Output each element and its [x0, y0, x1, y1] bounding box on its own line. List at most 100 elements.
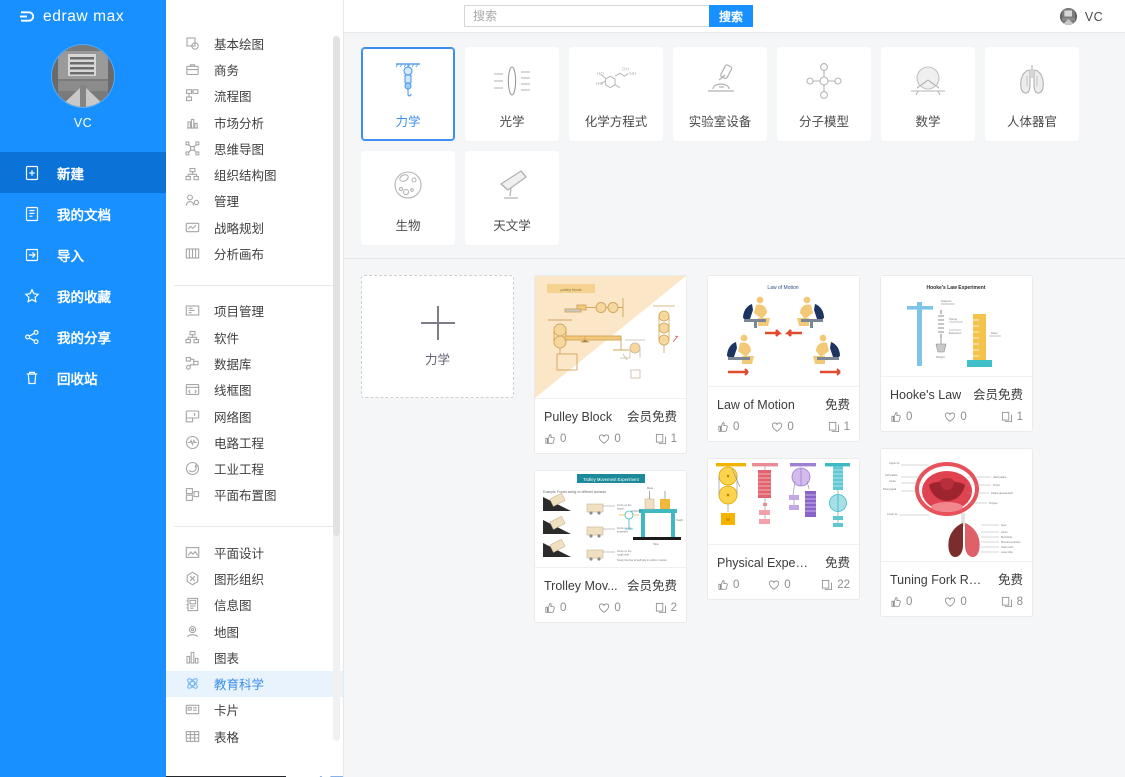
basic-shapes-icon [185, 36, 200, 51]
like-stat[interactable]: 0 [544, 433, 598, 445]
favorite-stat[interactable]: 0 [944, 411, 1000, 423]
sidebar-item-documents[interactable]: 我的文档 [0, 193, 166, 234]
category-item-basic-shapes[interactable]: 基本绘图 [166, 30, 343, 56]
sidebar-item-favorites[interactable]: 我的收藏 [0, 275, 166, 316]
category-item-market-analysis[interactable]: 市场分析 [166, 109, 343, 135]
category-item-label: 思维导图 [214, 142, 265, 157]
like-stat[interactable]: 0 [544, 602, 598, 614]
copy-stat[interactable]: 1 [1001, 411, 1023, 423]
category-bottom-partial-item[interactable] [166, 767, 343, 777]
category-item-business[interactable]: 商务 [166, 56, 343, 82]
category-item-org-chart[interactable]: 组织结构图 [166, 161, 343, 187]
favorite-stat[interactable]: 0 [771, 421, 827, 433]
category-item-label: 表格 [214, 730, 240, 745]
template-card[interactable]: Physical Experi... 免费 0 0 22 [707, 458, 860, 600]
sidebar-item-import[interactable]: 导入 [0, 234, 166, 275]
like-stat[interactable]: 0 [890, 596, 944, 608]
subcategory-tiles: 力学 光学 HO HO OH NH 化学方程式 实验室设备 分子模型 数学 人体… [344, 33, 1125, 259]
category-item-label: 工业工程 [214, 463, 265, 478]
svg-text:Upper lip: Upper lip [889, 461, 900, 465]
like-stat[interactable]: 0 [717, 579, 768, 591]
template-title: Law of Motion [717, 398, 795, 412]
template-card[interactable]: Trolley Movement Experiment Example: For… [534, 470, 687, 623]
subcategory-tile-biology[interactable]: 生物 [361, 151, 455, 245]
category-item-software[interactable]: 软件 [166, 324, 343, 350]
favorite-stat[interactable]: 0 [598, 433, 654, 445]
card-icon [185, 702, 200, 717]
subcategory-tile-organs[interactable]: 人体器官 [985, 47, 1079, 141]
category-item-graphic-organizer[interactable]: 图形组织 [166, 565, 343, 591]
template-card[interactable]: Law of Motion Law of Motion 免费 0 0 1 [707, 275, 860, 442]
template-card[interactable]: Hooke's Law Experiment Support Spring Ex… [880, 275, 1033, 432]
subcategory-tile-lab-equipment[interactable]: 实验室设备 [673, 47, 767, 141]
subcategory-tile-math[interactable]: 数学 [881, 47, 975, 141]
category-item-label: 分析画布 [214, 248, 265, 263]
category-scrollbar[interactable] [333, 36, 340, 741]
template-card[interactable]: pulley block Pulley Block 会员免费 0 0 1 [534, 275, 687, 454]
create-new-template-card[interactable]: 力学 [361, 275, 514, 398]
copy-count: 22 [837, 579, 850, 591]
svg-text:NH: NH [629, 71, 636, 77]
template-thumbnail-law-of-motion: Law of Motion [708, 276, 859, 387]
category-item-table[interactable]: 表格 [166, 723, 343, 749]
sidebar-item-shared[interactable]: 我的分享 [0, 316, 166, 357]
category-item-infographic[interactable]: 信息图 [166, 592, 343, 618]
copy-stat[interactable]: 22 [821, 579, 850, 591]
subcategory-tile-mechanics[interactable]: 力学 [361, 47, 455, 141]
svg-text:Hooke's Law Experiment: Hooke's Law Experiment [927, 285, 986, 291]
template-card[interactable]: Upper lip Soft palate Uvula Pharyngeal L… [880, 448, 1033, 617]
category-scrollbar-thumb[interactable] [333, 36, 340, 536]
category-item-canvas[interactable]: 分析画布 [166, 240, 343, 266]
category-item-card[interactable]: 卡片 [166, 697, 343, 723]
sidebar-item-new[interactable]: 新建 [0, 152, 166, 193]
search-input[interactable] [464, 5, 709, 27]
subcategory-tile-molecule[interactable]: 分子模型 [777, 47, 871, 141]
category-item-chart[interactable]: 图表 [166, 644, 343, 670]
svg-text:Tonsil: Tonsil [993, 483, 1000, 487]
category-item-graphic-design[interactable]: 平面设计 [166, 539, 343, 565]
subcategory-tile-chemistry[interactable]: HO HO OH NH 化学方程式 [569, 47, 663, 141]
favorite-stat[interactable]: 0 [598, 602, 654, 614]
star-icon [24, 287, 40, 304]
copy-count: 1 [1016, 411, 1023, 423]
category-item-database[interactable]: 数据库 [166, 350, 343, 376]
svg-text:Trolley Movement Experiment: Trolley Movement Experiment [583, 477, 639, 482]
search-button[interactable]: 搜索 [709, 5, 754, 27]
like-count: 0 [906, 411, 913, 423]
biology-icon [385, 163, 431, 207]
svg-text:board: board [617, 507, 624, 511]
sidebar-item-recycle-bin[interactable]: 回收站 [0, 357, 166, 398]
graphic-design-icon [185, 545, 200, 560]
copy-stat[interactable]: 8 [1001, 596, 1023, 608]
brand-logo[interactable]: edraw max [0, 0, 166, 33]
category-item-industrial[interactable]: 工业工程 [166, 455, 343, 481]
template-price-badge: 会员免费 [626, 410, 677, 424]
copy-stat[interactable]: 1 [828, 421, 850, 433]
subcategory-tile-astronomy[interactable]: 天文学 [465, 151, 559, 245]
category-item-project[interactable]: 项目管理 [166, 298, 343, 324]
category-item-wireframe[interactable]: 线框图 [166, 377, 343, 403]
copy-stat[interactable]: 2 [655, 602, 677, 614]
favorite-stat[interactable]: 0 [944, 596, 1000, 608]
like-stat[interactable]: 0 [717, 421, 771, 433]
svg-text:Heart notch: Heart notch [1001, 546, 1014, 549]
sidebar-item-label: 新建 [57, 166, 84, 182]
favorite-stat[interactable]: 0 [768, 579, 821, 591]
briefcase-icon [185, 62, 200, 77]
subcategory-tile-optics[interactable]: 光学 [465, 47, 559, 141]
category-item-circuit[interactable]: 电路工程 [166, 429, 343, 455]
avatar[interactable] [52, 45, 114, 107]
category-item-science[interactable]: 教育科学 [166, 670, 343, 697]
template-title-row: Law of Motion 免费 [717, 394, 850, 413]
category-item-label: 数据库 [214, 357, 252, 372]
category-item-network[interactable]: 网络图 [166, 403, 343, 429]
category-item-mindmap[interactable]: 思维导图 [166, 135, 343, 161]
category-item-map[interactable]: 地图 [166, 618, 343, 644]
copy-stat[interactable]: 1 [655, 433, 677, 445]
category-item-flowchart[interactable]: 流程图 [166, 83, 343, 109]
category-item-floorplan[interactable]: 平面布置图 [166, 482, 343, 508]
category-item-management[interactable]: 管理 [166, 188, 343, 214]
like-stat[interactable]: 0 [890, 411, 944, 423]
user-menu[interactable]: VC [1059, 0, 1103, 33]
category-item-strategy[interactable]: 战略规划 [166, 214, 343, 240]
